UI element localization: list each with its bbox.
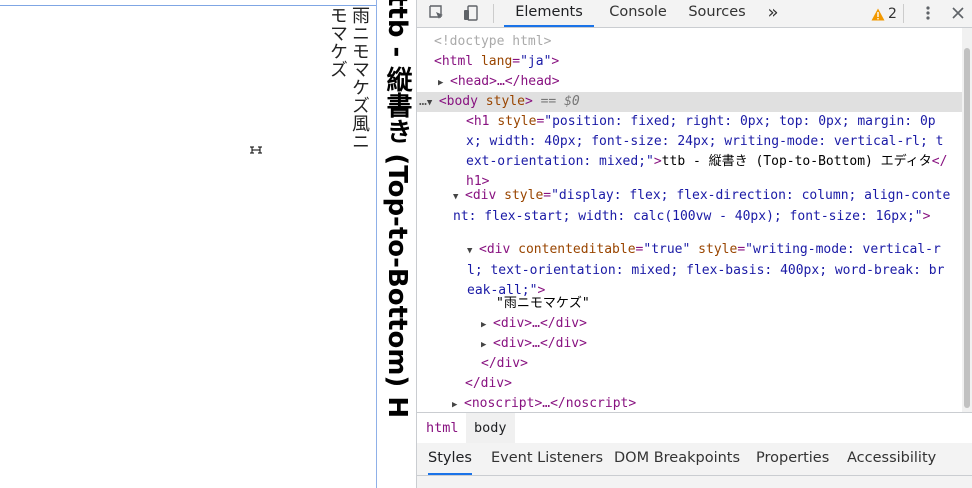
html-lang-val: "ja": [520, 54, 552, 69]
noscript-tag: <noscript>…</noscript>: [464, 396, 637, 411]
text-cursor-icon: [250, 146, 262, 154]
expand-triangle-icon[interactable]: ▶: [452, 395, 464, 412]
tab-dom-breakpoints[interactable]: DOM Breakpoints: [614, 443, 740, 475]
sidebar-tabs: Styles Event Listeners DOM Breakpoints P…: [417, 443, 972, 476]
inner-style-attr: style: [698, 242, 738, 257]
dom-div-node[interactable]: ▼ <div style="display: flex; flex-directi…: [453, 186, 951, 227]
devtools-toolbar: Elements Console Sources » 2: [417, 0, 972, 28]
dom-body-node[interactable]: …▼ <body style> == $0: [419, 92, 580, 113]
tab-event-listeners[interactable]: Event Listeners: [491, 443, 603, 475]
div-style-attr: style: [504, 188, 544, 203]
vertical-editable-text[interactable]: 雨ニモマケズ風ニモマケズ: [326, 6, 370, 156]
dom-html-node[interactable]: <html lang="ja">: [434, 52, 559, 72]
inner-div-close-tag: </div>: [481, 356, 528, 371]
dom-child-div-2[interactable]: ▶ <div>…</div>: [481, 334, 587, 355]
inspect-element-icon[interactable]: [426, 2, 448, 24]
head-tag: <head>…</head>: [450, 74, 560, 89]
device-toolbar-icon[interactable]: [460, 2, 482, 24]
contenteditable-val: "true": [643, 242, 691, 257]
tab-accessibility[interactable]: Accessibility: [847, 443, 936, 475]
dom-head-node[interactable]: ▶ <head>…</head>: [438, 72, 560, 93]
element-highlight-right-edge: [376, 0, 377, 488]
kebab-menu-icon[interactable]: [920, 2, 936, 24]
child-div-tag: <div>…</div>: [493, 336, 587, 351]
page-viewport: 雨ニモマケズ風ニモマケズ ttb - 縦書き (Top-to-Bottom) H: [0, 0, 416, 488]
collapse-triangle-icon[interactable]: ▼: [453, 187, 465, 207]
dom-inner-div-close[interactable]: </div>: [481, 354, 528, 374]
collapse-triangle-icon[interactable]: ▼: [427, 93, 439, 113]
toolbar-separator: [903, 4, 904, 23]
tab-sources[interactable]: Sources: [682, 0, 752, 27]
dom-noscript-node[interactable]: ▶ <noscript>…</noscript>: [452, 394, 636, 412]
h1-tag: <h1: [466, 114, 490, 129]
expand-triangle-icon[interactable]: ▶: [481, 335, 493, 355]
h1-style-attr: style: [497, 114, 537, 129]
selected-node-marker: == $0: [540, 94, 580, 109]
div-tag: <div: [465, 188, 497, 203]
row-dots-icon[interactable]: …: [419, 94, 427, 109]
body-style-attr: style: [485, 94, 525, 109]
contenteditable-attr: contenteditable: [518, 242, 636, 257]
warnings-badge[interactable]: 2: [871, 4, 897, 24]
element-highlight-top-edge: [0, 5, 376, 6]
tab-styles[interactable]: Styles: [428, 443, 472, 475]
breadcrumb-body[interactable]: body: [466, 413, 515, 443]
expand-triangle-icon[interactable]: ▶: [481, 315, 493, 335]
dom-h1-node[interactable]: <h1 style="position: fixed; right: 0px; …: [466, 112, 951, 192]
dom-scrollbar-thumb[interactable]: [964, 48, 970, 408]
dom-doctype[interactable]: <!doctype html>: [434, 32, 551, 52]
collapse-triangle-icon[interactable]: ▼: [467, 241, 479, 261]
styles-pane: [417, 476, 972, 488]
close-devtools-icon[interactable]: [950, 2, 966, 24]
expand-triangle-icon[interactable]: ▶: [438, 73, 450, 93]
tab-properties[interactable]: Properties: [756, 443, 829, 475]
html-lang-attr: lang: [480, 54, 513, 69]
vertical-page-heading: ttb - 縦書き (Top-to-Bottom) H: [382, 0, 412, 419]
child-div-tag: <div>…</div>: [493, 316, 587, 331]
doctype-text: <!doctype html>: [434, 34, 552, 49]
inner-div-tag: <div: [479, 242, 511, 257]
html-tag: <html: [434, 54, 474, 69]
dom-text-node[interactable]: "雨ニモマケズ": [496, 294, 590, 314]
tab-console[interactable]: Console: [599, 0, 677, 27]
dom-child-div-1[interactable]: ▶ <div>…</div>: [481, 314, 587, 335]
warning-icon: [871, 8, 885, 20]
dom-tree: <!doctype html> <html lang="ja"> ▶ <head>…: [417, 28, 962, 412]
h1-text: ttb - 縦書き (Top-to-Bottom) エディタ: [661, 154, 932, 169]
dom-div-close[interactable]: </div>: [465, 374, 512, 394]
more-tabs-button[interactable]: »: [759, 0, 787, 27]
warning-count: 2: [888, 6, 897, 22]
breadcrumb: html body: [417, 412, 972, 444]
dom-contenteditable-div[interactable]: ▼ <div contenteditable="true" style="writ…: [467, 240, 952, 301]
breadcrumb-html[interactable]: html: [426, 413, 459, 443]
toolbar-separator: [493, 4, 494, 23]
body-tag: <body: [438, 94, 478, 109]
devtools-panel: Elements Console Sources » 2 <!doctype h…: [417, 0, 972, 488]
div-close-tag: </div>: [465, 376, 512, 391]
text-node-value: "雨ニモマケズ": [496, 296, 590, 311]
tab-elements[interactable]: Elements: [504, 0, 594, 27]
